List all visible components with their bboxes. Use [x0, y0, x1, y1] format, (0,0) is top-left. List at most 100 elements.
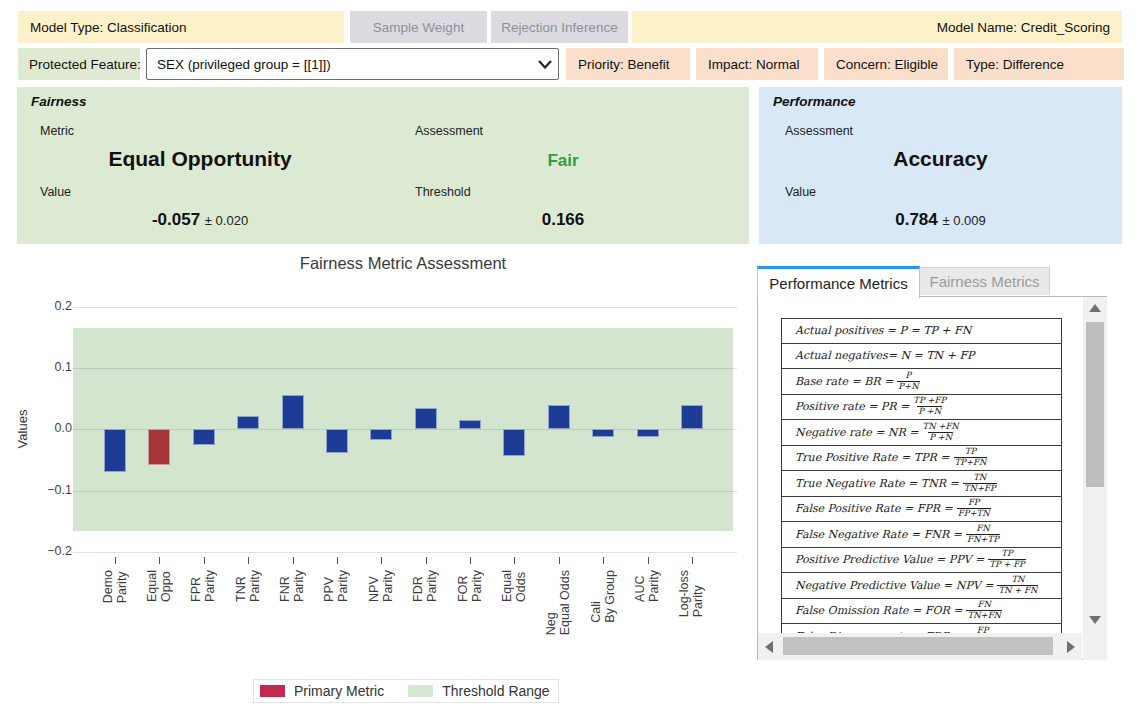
formula-row: Actual positives = P = TP + FN [781, 318, 1062, 344]
formula-fraction: FNTN+FN [966, 600, 1002, 621]
vertical-scrollbar[interactable] [1083, 297, 1107, 633]
model-type-label: Model Type: Classification [18, 11, 344, 43]
x-tick-label-text: Equal Oppo [146, 570, 173, 602]
formula-fraction: FPTP+FP [966, 626, 998, 633]
sample-weight-button[interactable]: Sample Weight [350, 11, 487, 43]
x-tick-label-text: Log-loss Parity [678, 570, 705, 617]
formula-fraction: TNTN + FN [997, 575, 1038, 596]
tab-performance-metrics[interactable]: Performance Metrics [757, 266, 920, 298]
x-tick-label-text: PPV Parity [323, 570, 350, 602]
fairness-panel-title: Fairness [31, 94, 87, 109]
value-label: Value [40, 185, 71, 199]
bar-tnr-parity [237, 416, 259, 429]
formula-text: True Negative Rate = TNR = [795, 477, 959, 490]
performance-panel: Performance Assessment Accuracy Value 0.… [759, 87, 1122, 244]
metric-label: Metric [40, 124, 74, 138]
x-tick-label-text: NPV Parity [368, 570, 395, 602]
bar-auc-parity [637, 429, 659, 437]
y-tick-label: −0.1 [32, 483, 72, 497]
chart-legend: Primary Metric Threshold Range [253, 679, 559, 703]
formula-text: Negative rate = NR = [795, 426, 918, 439]
formula-row: False Positive Rate = FPR =FPFP+TN [781, 497, 1062, 523]
formula-fraction: FPFP+TN [957, 498, 991, 519]
threshold-range-swatch [408, 685, 433, 697]
formula-row: Positive rate = PR = TP +FPP +N [781, 395, 1062, 421]
perf-assessment-value: Accuracy [759, 147, 1122, 171]
gridline [73, 491, 737, 492]
threshold-label: Threshold [415, 185, 471, 199]
perf-value-label: Value [785, 185, 816, 199]
fairness-value: -0.057 ± 0.020 [17, 210, 383, 230]
x-tick-label-text: FPR Parity [190, 570, 217, 602]
tab-fairness-metrics[interactable]: Fairness Metrics [920, 267, 1050, 295]
fairness-metric-chart: Fairness Metric Assessment0.20.10.0−0.1−… [0, 244, 749, 684]
x-tick-label-text: FDR Parity [412, 570, 439, 602]
formula-row: Positive Predictive Value = PPV =TPTP + … [781, 548, 1062, 574]
bar-for-parity [459, 420, 481, 429]
perf-value-number: 0.784 [895, 210, 938, 229]
performance-panel-title: Performance [773, 94, 856, 109]
formula-row: Base rate = BR =PP+N [781, 369, 1062, 395]
protected-feature-label: Protected Feature: [18, 48, 140, 80]
scroll-down-icon[interactable] [1088, 615, 1102, 625]
x-tick [514, 557, 515, 564]
scrollbar-corner [1083, 633, 1107, 660]
scroll-right-icon[interactable] [1066, 640, 1076, 654]
concern-label: Concern: Eligible [824, 48, 948, 80]
bar-fpr-parity [193, 429, 215, 444]
selected-feature-value: SEX (privileged group = [[1]]) [157, 57, 538, 72]
bar-log-loss-parity [681, 405, 703, 430]
formula-row: False Discovery rate = FDR =FPTP+FP [781, 624, 1062, 633]
horizontal-scrollbar[interactable] [758, 633, 1082, 660]
metrics-panel-body: Actual positives = P = TP + FNActual neg… [757, 296, 1107, 660]
bar-demo-parity [104, 429, 126, 472]
formula-fraction: FNFN+TP [966, 524, 1000, 545]
primary-metric-swatch [260, 685, 285, 697]
x-tick [159, 557, 160, 564]
formula-fraction: TNTN+FP [963, 473, 997, 494]
x-tick-label-text: FNR Parity [279, 570, 306, 602]
x-tick [337, 557, 338, 564]
formula-fraction: TP +FPP +N [913, 396, 946, 417]
x-tick [248, 557, 249, 564]
bar-ppv-parity [326, 429, 348, 453]
fairness-value-pm: ± 0.020 [205, 213, 248, 228]
y-axis-label: Values [15, 410, 30, 449]
x-tick-label-text: Equal Odds [501, 570, 528, 602]
horizontal-scrollbar-thumb[interactable] [783, 637, 1053, 655]
model-name-label: Model Name: Credit_Scoring [632, 11, 1122, 43]
x-tick [559, 557, 560, 564]
rejection-inference-button[interactable]: Rejection Inference [491, 11, 628, 43]
impact-label: Impact: Normal [696, 48, 818, 80]
formula-text: Positive rate = PR = [795, 400, 909, 413]
formula-text: Actual positives = P = TP + FN [795, 324, 971, 337]
protected-feature-select[interactable]: SEX (privileged group = [[1]]) [146, 48, 559, 80]
impact-text: Impact: Normal [708, 57, 800, 72]
assessment-label: Assessment [415, 124, 483, 138]
x-tick-label-text: TNR Parity [235, 570, 262, 602]
model-type-text: Model Type: Classification [30, 20, 187, 35]
type-text: Type: Difference [966, 57, 1064, 72]
x-tick-label-text: Neg Equal Odds [545, 570, 572, 635]
scroll-left-icon[interactable] [764, 640, 774, 654]
perf-value: 0.784 ± 0.009 [759, 210, 1122, 230]
bar-equal-odds [503, 429, 525, 455]
bar-npv-parity [370, 429, 392, 440]
concern-text: Concern: Eligible [836, 57, 938, 72]
fairness-panel: Fairness Metric Equal Opportunity Assess… [17, 87, 749, 244]
perf-value-pm: ± 0.009 [943, 213, 986, 228]
primary-metric-legend-label: Primary Metric [294, 683, 384, 699]
model-name-text: Model Name: Credit_Scoring [937, 20, 1110, 35]
threshold-range-legend-label: Threshold Range [442, 683, 549, 699]
x-tick [426, 557, 427, 564]
x-tick [692, 557, 693, 564]
x-tick-label-text: AUC Parity [634, 570, 661, 602]
x-tick [293, 557, 294, 564]
metrics-panel: Performance Metrics Fairness Metrics Act… [757, 266, 1107, 660]
x-tick [603, 557, 604, 564]
formula-row: Negative rate = NR =TN +FNP +N [781, 420, 1062, 446]
x-tick-label-text: Demo Parity [102, 570, 129, 603]
formula-text: Positive Predictive Value = PPV = [795, 553, 984, 566]
vertical-scrollbar-thumb[interactable] [1086, 322, 1104, 487]
scroll-up-icon[interactable] [1088, 303, 1102, 313]
